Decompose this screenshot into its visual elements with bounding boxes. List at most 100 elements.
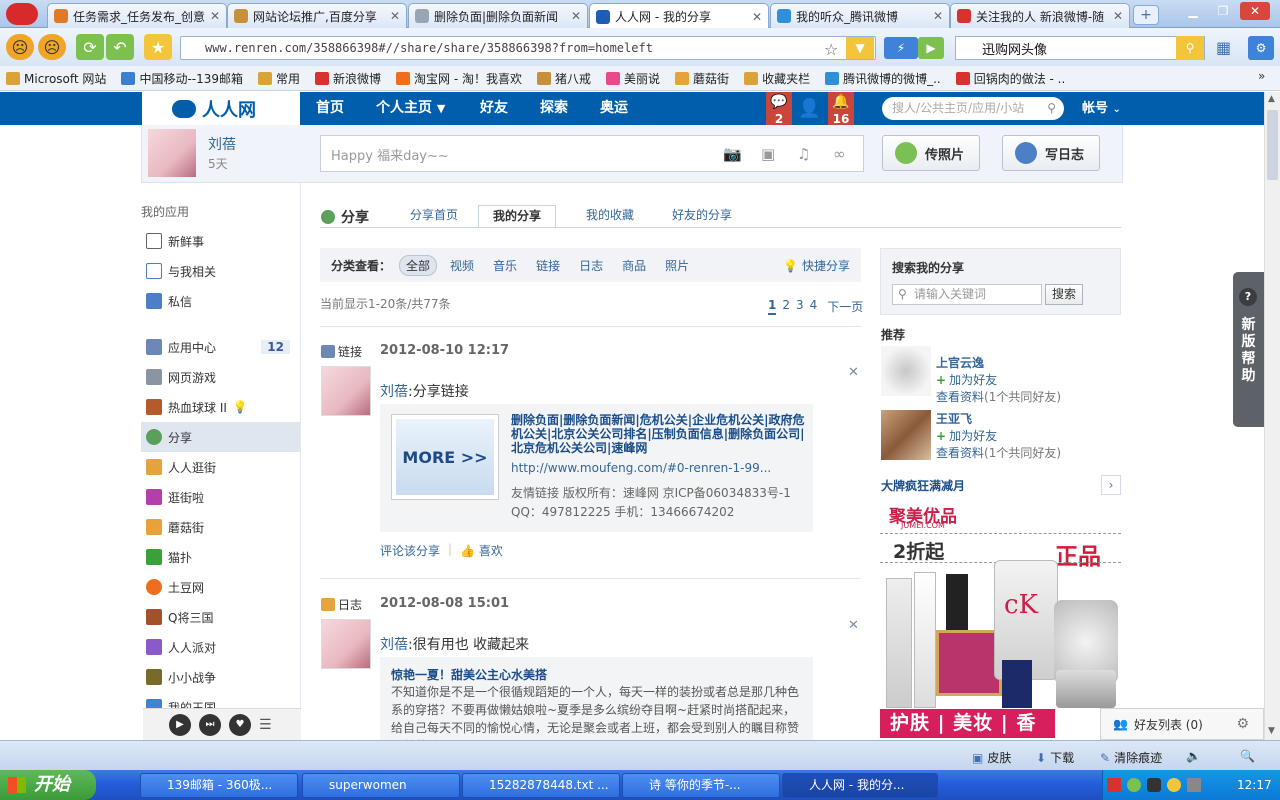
taskbar-item[interactable]: 139邮箱 - 360极... — [140, 773, 298, 798]
feed-user-name[interactable]: 刘蓓 — [380, 637, 408, 653]
taskbar-item-active[interactable]: 人人网 - 我的分... — [782, 773, 938, 798]
filter-music[interactable]: 音乐 — [493, 257, 517, 274]
filter-all[interactable]: 全部 — [399, 254, 438, 276]
speed-mode-icon[interactable]: ⚡ — [884, 37, 918, 59]
playlist-icon[interactable]: ☰ — [259, 717, 272, 733]
filter-link[interactable]: 链接 — [536, 257, 560, 274]
filter-photo[interactable]: 照片 — [665, 257, 689, 274]
bookmark-star-icon[interactable]: ☆ — [824, 40, 838, 59]
sidebar-item-mogujie[interactable]: 蘑菇街 — [141, 512, 300, 542]
address-bar[interactable]: www.renren.com/358866398#//share/share/3… — [180, 36, 876, 60]
like-button[interactable]: 👍 喜欢 — [460, 542, 503, 559]
rec-name[interactable]: 上官云逸 — [936, 354, 984, 371]
status-input[interactable]: Happy 福来day~~ 📷 ▣ ♫ ∞ — [320, 135, 864, 172]
tray-icon[interactable] — [1127, 778, 1141, 792]
scroll-down-icon[interactable]: ▼ — [1268, 726, 1275, 736]
bookmark-item[interactable]: 腾讯微博的微博_.. — [825, 70, 941, 87]
minimize-button[interactable]: ▁ — [1178, 2, 1208, 20]
tray-icon[interactable] — [1107, 778, 1121, 792]
browser-tab[interactable]: 删除负面|删除负面新闻 ✕ — [408, 3, 588, 28]
vertical-scrollbar[interactable]: ▲ ▼ — [1264, 92, 1280, 740]
clock[interactable]: 12:17 — [1237, 778, 1272, 792]
add-friend-link[interactable]: + 加为好友 — [936, 427, 997, 444]
bookmark-item[interactable]: 淘宝网 - 淘！我喜欢 — [396, 70, 522, 87]
nav-personal[interactable]: 个人主页 ▼ — [376, 92, 445, 125]
write-blog-button[interactable]: 写日志 — [1002, 135, 1100, 171]
link-url[interactable]: http://www.moufeng.com/#0-renren-1-99... — [511, 461, 771, 475]
rec-name[interactable]: 王亚飞 — [936, 410, 972, 427]
next-page-link[interactable]: 下一页 — [827, 298, 863, 315]
comment-link[interactable]: 评论该分享 — [380, 542, 440, 559]
feed-avatar[interactable] — [321, 619, 371, 669]
tab-close-icon[interactable]: ✕ — [1113, 9, 1123, 23]
browser-search-input[interactable]: 迅购网头像 — [955, 36, 1205, 60]
avatar[interactable] — [881, 346, 931, 396]
forward-face-icon[interactable]: ☹ — [38, 34, 66, 60]
tray-icon[interactable] — [1187, 778, 1201, 792]
close-window-button[interactable]: ✕ — [1240, 2, 1270, 20]
tab-my-favorites[interactable]: 我的收藏 — [572, 205, 648, 228]
taskbar-item[interactable]: superwomen — [302, 773, 460, 798]
next-track-icon[interactable]: ⏭ — [199, 713, 221, 736]
dropdown-icon[interactable]: ▼ — [846, 37, 874, 59]
bookmark-item[interactable]: 中国移动--139邮箱 — [121, 70, 243, 87]
filter-video[interactable]: 视频 — [450, 257, 474, 274]
play-icon[interactable]: ▶ — [169, 713, 191, 736]
sidebar-item-app-center[interactable]: 应用中心 12 — [141, 332, 300, 362]
settings-gear-icon[interactable]: ⚙ — [1236, 716, 1249, 732]
undo-icon[interactable]: ↶ — [106, 34, 134, 60]
tab-close-icon[interactable]: ✕ — [571, 9, 581, 23]
account-menu[interactable]: 帐号 ⌄ — [1082, 92, 1121, 125]
go-icon[interactable]: ▶ — [918, 37, 944, 59]
bookmark-item[interactable]: 猪八戒 — [537, 70, 591, 87]
view-profile-link[interactable]: 查看资料(1个共同好友) — [936, 444, 1061, 461]
search-icon[interactable]: ⚲ — [1176, 36, 1204, 60]
browser-tab[interactable]: 网站论坛推广,百度分享 ✕ — [227, 3, 407, 28]
camera-icon[interactable]: 📷 — [723, 145, 742, 163]
sidebar-item-guangjiela[interactable]: 逛街啦 — [141, 482, 300, 512]
start-button[interactable]: 开始 — [0, 770, 96, 800]
scroll-up-icon[interactable]: ▲ — [1268, 94, 1275, 104]
link-title[interactable]: 删除负面|删除负面新闻|危机公关|企业危机公关|政府危机公关|北京公关公司排名|… — [511, 413, 807, 455]
bookmark-item[interactable]: 常用 — [258, 70, 300, 87]
apps-grid-icon[interactable]: ▦ — [1216, 38, 1231, 57]
browser-tab[interactable]: 关注我的人 新浪微博-随 ✕ — [950, 3, 1130, 28]
user-avatar[interactable] — [148, 129, 196, 177]
tab-close-icon[interactable]: ✕ — [933, 9, 943, 23]
taskbar-item[interactable]: 诗 等你的季节-... — [622, 773, 780, 798]
browser-tab[interactable]: 任务需求_任务发布_创意 ✕ — [47, 3, 227, 28]
favorite-star-icon[interactable]: ★ — [144, 34, 172, 60]
nav-olympics[interactable]: 奥运 — [600, 92, 628, 125]
sidebar-item-game[interactable]: 热血球球 II 💡 — [141, 392, 300, 422]
settings-gear-icon[interactable]: ⚙ — [1248, 36, 1274, 60]
avatar[interactable] — [881, 410, 931, 460]
page-4[interactable]: 4 — [810, 298, 818, 315]
tab-friends-share[interactable]: 好友的分享 — [658, 205, 746, 228]
close-icon[interactable]: ✕ — [848, 618, 859, 633]
sidebar-item-web-games[interactable]: 网页游戏 — [141, 362, 300, 392]
more-bookmarks-icon[interactable]: » — [1258, 69, 1265, 83]
tab-share-home[interactable]: 分享首页 — [396, 205, 472, 228]
user-name[interactable]: 刘蓓 — [208, 134, 236, 154]
sidebar-item-qjiang[interactable]: Q将三国 — [141, 602, 300, 632]
quick-share-link[interactable]: 💡 快捷分享 — [783, 257, 850, 274]
sidebar-item-war[interactable]: 小小战争 — [141, 662, 300, 692]
share-search-input[interactable]: ⚲ 请输入关键词 — [892, 284, 1042, 305]
bookmark-item[interactable]: 美丽说 — [606, 70, 660, 87]
refresh-icon[interactable]: ⟳ — [76, 34, 104, 60]
browser-tab[interactable]: 我的听众_腾讯微博 ✕ — [770, 3, 950, 28]
nav-explore[interactable]: 探索 — [540, 92, 568, 125]
sidebar-item-party[interactable]: 人人派对 — [141, 632, 300, 662]
back-face-icon[interactable]: ☹ — [6, 34, 34, 60]
browser-logo-icon[interactable] — [6, 3, 38, 25]
skin-button[interactable]: ▣ 皮肤 — [972, 749, 1011, 766]
bookmark-item[interactable]: 回锅肉的做法 - .. — [955, 70, 1065, 87]
view-profile-link[interactable]: 查看资料(1个共同好友) — [936, 388, 1061, 405]
download-button[interactable]: ⬇ 下载 — [1036, 749, 1074, 766]
sidebar-item-share[interactable]: 分享 — [141, 422, 300, 452]
tray-icon[interactable] — [1147, 778, 1161, 792]
taskbar-item[interactable]: 15282878448.txt ... — [462, 773, 620, 798]
page-2[interactable]: 2 — [782, 298, 790, 315]
filter-goods[interactable]: 商品 — [622, 257, 646, 274]
bookmark-item[interactable]: 蘑菇街 — [675, 70, 729, 87]
